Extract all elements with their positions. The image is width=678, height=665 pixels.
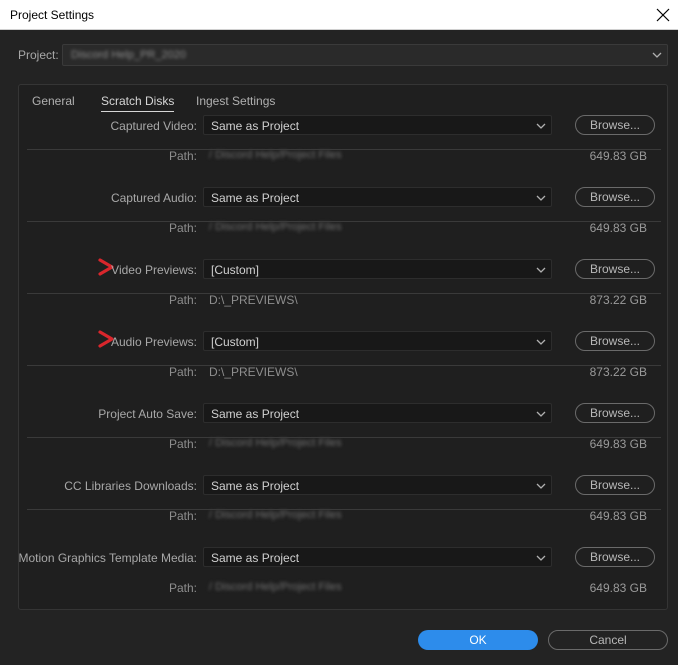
scratch-disk-row-captured-video: Captured Video: Same as Project Browse... P… — [19, 77, 669, 163]
location-value: Same as Project — [211, 551, 300, 565]
row-divider — [27, 293, 661, 294]
ok-button[interactable]: OK — [418, 630, 538, 650]
project-dropdown[interactable]: Discord Help_PR_2020 — [62, 44, 668, 66]
location-dropdown[interactable]: [Custom] — [203, 259, 552, 279]
project-label: Project: — [18, 48, 59, 62]
location-dropdown[interactable]: Same as Project — [203, 403, 552, 423]
row-label: Audio Previews: — [110, 335, 197, 349]
path-label: Path: — [168, 581, 197, 595]
path-value: / Discord Help/Project Files — [209, 581, 342, 593]
close-icon — [656, 8, 670, 22]
scratch-disk-row-captured-audio: Captured Audio: Same as Project Browse... P… — [19, 149, 669, 235]
row-label: Captured Audio: — [110, 191, 197, 205]
browse-button[interactable]: Browse... — [575, 115, 655, 135]
cancel-button[interactable]: Cancel — [548, 630, 668, 650]
settings-panel: General Scratch Disks Ingest Settings Ca… — [18, 84, 668, 610]
scratch-disk-row-video-previews: Video Previews: [Custom] Browse... Path: D:\… — [19, 221, 669, 307]
chevron-down-icon — [536, 195, 546, 201]
browse-button[interactable]: Browse... — [575, 547, 655, 567]
location-dropdown[interactable]: Same as Project — [203, 187, 552, 207]
chevron-down-icon — [536, 123, 546, 129]
project-value: Discord Help_PR_2020 — [71, 49, 186, 61]
free-space: 649.83 GB — [589, 581, 647, 595]
row-divider — [27, 221, 661, 222]
row-label: Project Auto Save: — [98, 407, 197, 421]
row-label: CC Libraries Downloads: — [64, 479, 197, 493]
chevron-down-icon — [536, 339, 546, 345]
location-dropdown[interactable]: [Custom] — [203, 331, 552, 351]
title-bar: Project Settings — [0, 0, 678, 30]
chevron-down-icon — [536, 483, 546, 489]
location-value: [Custom] — [211, 335, 260, 349]
browse-button[interactable]: Browse... — [575, 331, 655, 351]
chevron-down-icon — [536, 555, 546, 561]
browse-button[interactable]: Browse... — [575, 187, 655, 207]
window-title: Project Settings — [10, 8, 95, 22]
browse-button[interactable]: Browse... — [575, 259, 655, 279]
row-label: Captured Video: — [110, 119, 197, 133]
scratch-disk-row-audio-previews: Audio Previews: [Custom] Browse... Path: D:\… — [19, 293, 669, 379]
row-label: Motion Graphics Template Media: — [18, 551, 197, 565]
row-divider — [27, 365, 661, 366]
chevron-down-icon — [536, 411, 546, 417]
location-value: Same as Project — [211, 119, 300, 133]
chevron-down-icon — [536, 267, 546, 273]
scratch-disk-row-project-auto-save: Project Auto Save: Same as Project Browse.… — [19, 365, 669, 451]
scratch-disk-row-cc-libraries-downloads: CC Libraries Downloads: Same as Project Br… — [19, 437, 669, 523]
location-dropdown[interactable]: Same as Project — [203, 115, 552, 135]
row-divider — [27, 149, 661, 150]
location-value: Same as Project — [211, 191, 300, 205]
row-divider — [27, 437, 661, 438]
location-value: [Custom] — [211, 263, 260, 277]
scratch-disk-row-motion-graphics-template-media: Motion Graphics Template Media: Same as P… — [18, 509, 669, 595]
location-value: Same as Project — [211, 479, 300, 493]
location-value: Same as Project — [211, 407, 300, 421]
row-label: Video Previews: — [111, 263, 197, 277]
close-button[interactable] — [648, 0, 678, 30]
browse-button[interactable]: Browse... — [575, 475, 655, 495]
location-dropdown[interactable]: Same as Project — [203, 475, 552, 495]
location-dropdown[interactable]: Same as Project — [203, 547, 552, 567]
browse-button[interactable]: Browse... — [575, 403, 655, 423]
row-divider — [27, 509, 661, 510]
chevron-down-icon — [652, 52, 662, 58]
